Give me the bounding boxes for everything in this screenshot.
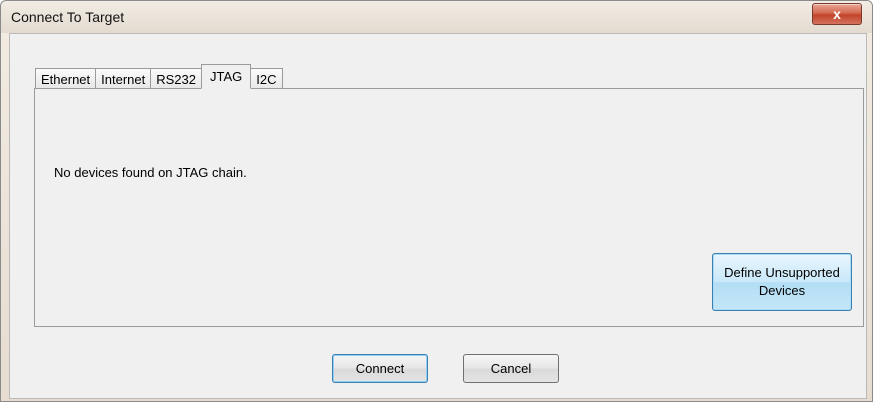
tab-bar: Ethernet Internet RS232 JTAG I2C — [35, 64, 283, 89]
tab-internet[interactable]: Internet — [95, 68, 152, 89]
dialog-client-area: Ethernet Internet RS232 JTAG I2C No devi… — [9, 33, 867, 399]
close-button[interactable]: x — [812, 3, 862, 25]
tab-i2c[interactable]: I2C — [250, 68, 283, 89]
tab-ethernet[interactable]: Ethernet — [35, 68, 97, 89]
close-icon: x — [833, 6, 841, 22]
tab-rs232[interactable]: RS232 — [150, 68, 202, 89]
connect-button[interactable]: Connect — [332, 354, 428, 383]
status-message: No devices found on JTAG chain. — [54, 165, 247, 180]
dialog-window: Connect To Target x Ethernet Internet RS… — [0, 0, 873, 402]
title-bar[interactable]: Connect To Target x — [1, 1, 872, 33]
tab-panel-jtag: No devices found on JTAG chain. Define U… — [34, 88, 864, 327]
tab-jtag[interactable]: JTAG — [201, 64, 252, 89]
cancel-button[interactable]: Cancel — [463, 354, 559, 383]
define-unsupported-devices-button[interactable]: Define Unsupported Devices — [712, 253, 852, 311]
window-title: Connect To Target — [11, 9, 125, 25]
